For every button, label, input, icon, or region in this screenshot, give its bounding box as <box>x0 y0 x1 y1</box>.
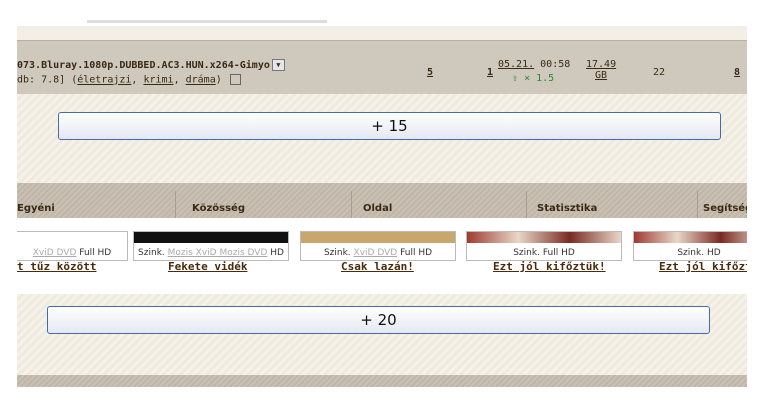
external-link-icon[interactable] <box>229 74 241 85</box>
nav-separator <box>175 191 176 218</box>
page-bottom <box>17 387 747 412</box>
nav-item-segitseg[interactable]: Segítség <box>703 203 747 214</box>
size-unit: GB <box>595 70 608 81</box>
movie-tags-quality: HD <box>270 248 284 258</box>
imdb-rating: db: 7.8] <box>17 74 66 86</box>
up-arrow-icon: ⇧ <box>512 73 519 84</box>
movie-tags: Szink. XviD DVD Full HD <box>301 248 455 258</box>
movie-tags: Szink. HD <box>634 248 747 258</box>
upload-time: 00:58 <box>540 59 571 70</box>
leechers-count[interactable]: 8 <box>734 67 740 78</box>
movie-card[interactable]: Szink. Mozis XviD Mozis DVD HD <box>133 231 289 261</box>
dropdown-arrow-icon[interactable]: ▼ <box>271 59 285 71</box>
nav-separator <box>351 191 352 218</box>
ratio-value: × 1.5 <box>524 73 555 84</box>
genre-link-1[interactable]: életrajzi <box>77 75 131 86</box>
movie-tags-prefix: Szink. <box>138 248 165 258</box>
bottom-strip <box>17 375 747 387</box>
nav-separator <box>697 191 698 218</box>
nav-item-statisztika[interactable]: Statisztika <box>537 203 597 214</box>
size-value: 17.49 <box>586 59 617 70</box>
ratio-info: ⇧ × 1.5 <box>512 73 554 84</box>
movie-tags-gray: XviD DVD <box>32 248 77 258</box>
main-nav: Egyéni Közösség Oldal Statisztika Segíts… <box>17 183 747 218</box>
nav-item-oldal[interactable]: Oldal <box>363 203 392 214</box>
show-more-button[interactable]: + 20 <box>47 306 710 334</box>
movie-title[interactable]: Ezt jól kifőztük! <box>493 260 606 273</box>
torrent-row: 073.Bluray.1080p.DUBBED.AC3.HUN.x264-Gim… <box>17 40 747 95</box>
movie-tags-quality: Full HD <box>542 248 575 258</box>
movie-poster <box>134 232 288 243</box>
comments-count[interactable]: 1 <box>487 67 493 78</box>
movie-poster <box>301 232 455 243</box>
movie-title[interactable]: Ezt jól kifőztük <box>659 260 747 273</box>
movie-card[interactable]: XviD DVD Full HD <box>17 231 128 261</box>
top-strip <box>17 0 747 26</box>
movie-card[interactable]: Szink. Full HD <box>466 231 622 261</box>
nav-separator <box>526 191 527 218</box>
more-band-bottom: + 20 <box>17 294 747 375</box>
movie-tags-prefix: Szink. <box>323 248 351 258</box>
movie-poster <box>17 232 127 243</box>
nav-item-kozosseg[interactable]: Közösség <box>192 203 245 214</box>
genre-link-3[interactable]: dráma <box>186 75 216 86</box>
movie-tags-quality: Full HD <box>79 248 112 258</box>
torrent-size: 17.49 GB <box>586 59 616 81</box>
movie-strip: XviD DVD Full HD t tűz között Szink. Moz… <box>17 218 747 294</box>
more-band-top: + 15 <box>17 94 747 183</box>
page-fragment: 073.Bluray.1080p.DUBBED.AC3.HUN.x264-Gim… <box>17 0 747 412</box>
movie-card[interactable]: Szink. HD <box>633 231 747 261</box>
torrent-meta: db: 7.8] (életrajzi, krimi, dráma) <box>17 74 241 86</box>
movie-title[interactable]: Fekete vidék <box>168 260 247 273</box>
torrent-name[interactable]: 073.Bluray.1080p.DUBBED.AC3.HUN.x264-Gim… <box>17 60 270 71</box>
genre-link-2[interactable]: krimi <box>143 75 173 86</box>
movie-poster <box>634 232 747 243</box>
top-divider <box>87 20 327 23</box>
files-count[interactable]: 5 <box>427 67 433 78</box>
seeders-count: 22 <box>653 67 666 78</box>
movie-tags-gray: XviD DVD <box>353 248 398 258</box>
movie-tags-quality: Full HD <box>400 248 433 258</box>
movie-tags-quality: HD <box>706 248 721 258</box>
movie-title[interactable]: t tűz között <box>17 260 96 273</box>
movie-tags-prefix: Szink. <box>513 248 540 258</box>
movie-poster <box>467 232 621 243</box>
nav-item-egyeni[interactable]: Egyéni <box>17 203 55 214</box>
show-more-button[interactable]: + 15 <box>58 112 721 140</box>
movie-tags: Szink. Mozis XviD Mozis DVD HD <box>134 248 288 258</box>
movie-title[interactable]: Csak lazán! <box>341 260 414 273</box>
movie-tags-prefix: Szink. <box>677 248 705 258</box>
upload-date: 05.21. <box>498 59 535 70</box>
torrent-title[interactable]: 073.Bluray.1080p.DUBBED.AC3.HUN.x264-Gim… <box>17 59 285 71</box>
movie-tags-gray: Mozis XviD Mozis DVD <box>167 248 268 258</box>
movie-card[interactable]: Szink. XviD DVD Full HD <box>300 231 456 261</box>
movie-tags: Szink. Full HD <box>467 248 621 258</box>
movie-tags: XviD DVD Full HD <box>17 248 127 258</box>
upload-datetime: 05.21. 00:58 <box>498 59 570 70</box>
